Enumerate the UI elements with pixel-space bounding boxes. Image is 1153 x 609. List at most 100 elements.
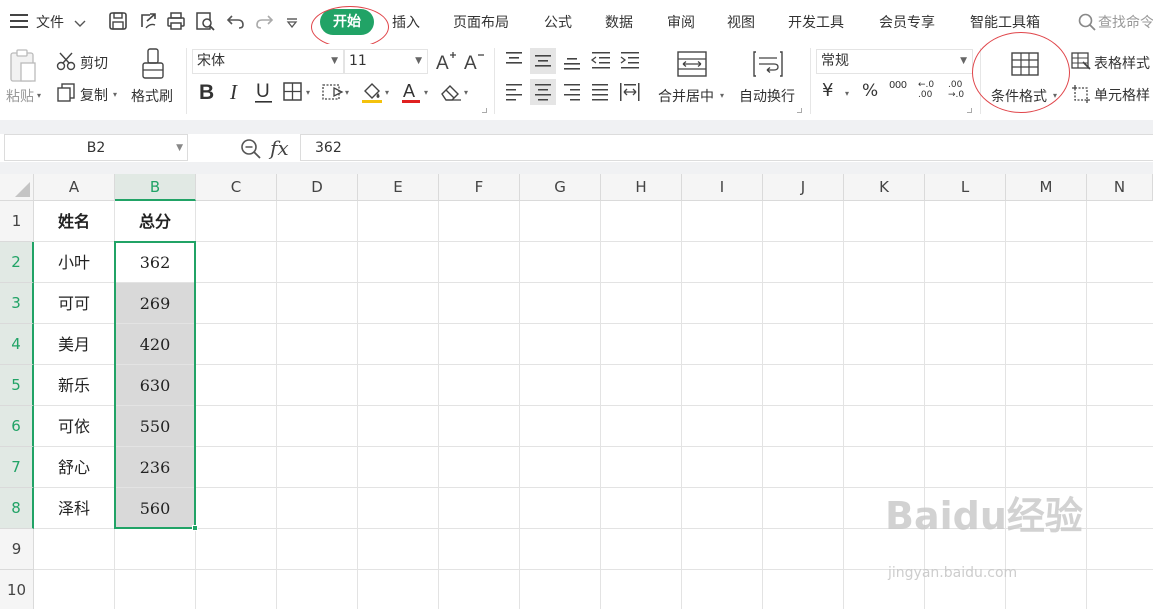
cell-b9[interactable] — [115, 529, 196, 570]
cell-b3[interactable]: 269 — [115, 283, 196, 324]
hamburger-menu-icon[interactable] — [10, 14, 28, 28]
cell-b6[interactable]: 550 — [115, 406, 196, 447]
cell-a8[interactable]: 泽科 — [34, 488, 115, 529]
align-top-icon[interactable] — [504, 50, 524, 74]
tab-insert[interactable]: 插入 — [392, 12, 420, 32]
conditional-format-button[interactable]: 条件格式 — [991, 86, 1047, 106]
export-icon[interactable] — [138, 11, 158, 31]
cell-a9[interactable] — [34, 529, 115, 570]
bold-icon[interactable]: B — [198, 80, 218, 106]
fill-color-dropdown-icon[interactable]: ▾ — [385, 88, 389, 97]
zoom-search-icon[interactable] — [240, 138, 262, 164]
decrease-decimal-button[interactable]: .00 →.0 — [948, 80, 972, 100]
merge-center-dropdown-icon[interactable]: ▾ — [720, 91, 724, 100]
cell-a10[interactable] — [34, 570, 115, 609]
paste-button[interactable]: 粘贴 — [6, 86, 34, 106]
cell-a6[interactable]: 可依 — [34, 406, 115, 447]
table-style-button[interactable]: 表格样式 — [1094, 53, 1150, 73]
tab-member[interactable]: 会员专享 — [879, 12, 935, 32]
cell-a1[interactable]: 姓名 — [34, 201, 115, 242]
font-size-select[interactable]: 11 ▼ — [344, 49, 428, 74]
align-left-icon[interactable] — [504, 82, 524, 106]
borders-icon[interactable] — [283, 82, 303, 106]
currency-dropdown-icon[interactable]: ▾ — [845, 89, 849, 98]
eraser-icon[interactable] — [440, 82, 462, 106]
copy-dropdown-icon[interactable]: ▾ — [113, 90, 117, 99]
insert-function-button[interactable]: fx — [270, 136, 289, 160]
print-preview-icon[interactable] — [195, 11, 215, 31]
cell-style-button[interactable]: 单元格样 — [1094, 85, 1150, 105]
chevron-down-icon[interactable] — [74, 16, 86, 32]
format-painter-button[interactable]: 格式刷 — [131, 86, 173, 106]
fill-pattern-dropdown-icon[interactable]: ▾ — [345, 88, 349, 97]
currency-format-button[interactable]: ¥ — [822, 80, 833, 101]
spreadsheet-grid[interactable]: A B C D E F G H I J K L M N 1 2 3 4 5 6 … — [0, 174, 1153, 609]
merge-center-button[interactable]: 合并居中 — [658, 86, 714, 106]
italic-icon[interactable]: I — [228, 80, 246, 106]
cell-b8[interactable]: 560 — [115, 488, 196, 529]
number-dialog-launcher-icon[interactable] — [967, 108, 972, 113]
file-menu[interactable]: 文件 — [36, 12, 64, 32]
tab-start[interactable]: 开始 — [320, 9, 374, 35]
search-icon[interactable] — [1078, 13, 1096, 35]
thousands-separator-button[interactable]: 000 — [889, 80, 907, 91]
percent-format-button[interactable]: % — [862, 81, 878, 101]
undo-icon[interactable] — [226, 11, 246, 31]
cell-b1[interactable]: 总分 — [115, 201, 196, 242]
cell-b4[interactable]: 420 — [115, 324, 196, 365]
align-bottom-icon[interactable] — [562, 50, 582, 74]
cell-a4[interactable]: 美月 — [34, 324, 115, 365]
fill-handle[interactable] — [192, 525, 198, 531]
increase-font-size-icon[interactable]: A — [435, 50, 457, 76]
cell-a3[interactable]: 可可 — [34, 283, 115, 324]
cell-a5[interactable]: 新乐 — [34, 365, 115, 406]
cell-b5[interactable]: 630 — [115, 365, 196, 406]
distributed-align-icon[interactable] — [619, 82, 641, 106]
name-box[interactable]: B2 ▼ — [4, 134, 188, 161]
paste-dropdown-icon[interactable]: ▾ — [37, 91, 41, 100]
eraser-dropdown-icon[interactable]: ▾ — [464, 88, 468, 97]
underline-icon[interactable]: U — [254, 80, 274, 108]
tab-page-layout[interactable]: 页面布局 — [453, 12, 509, 32]
formula-input[interactable]: 362 — [300, 134, 1153, 161]
decrease-indent-icon[interactable] — [590, 50, 612, 74]
print-icon[interactable] — [166, 11, 186, 31]
decrease-font-size-icon[interactable]: A — [463, 50, 485, 76]
cell-a7[interactable]: 舒心 — [34, 447, 115, 488]
customize-toolbar-icon[interactable] — [286, 16, 306, 36]
tab-formulas[interactable]: 公式 — [544, 12, 572, 32]
tab-developer[interactable]: 开发工具 — [788, 12, 844, 32]
font-dialog-launcher-icon[interactable] — [482, 108, 487, 113]
redo-icon[interactable] — [254, 11, 274, 31]
justify-icon[interactable] — [590, 82, 610, 106]
alignment-dialog-launcher-icon[interactable] — [797, 108, 802, 113]
align-right-icon[interactable] — [562, 82, 582, 106]
search-command-input[interactable]: 查找命令 — [1098, 12, 1153, 32]
font-color-icon[interactable]: A — [401, 80, 421, 108]
tab-review[interactable]: 审阅 — [667, 12, 695, 32]
cell-style-icon — [1071, 84, 1091, 108]
align-middle-icon[interactable] — [530, 48, 556, 74]
borders-dropdown-icon[interactable]: ▾ — [306, 88, 310, 97]
fill-color-icon[interactable] — [361, 80, 383, 108]
cell-b7[interactable]: 236 — [115, 447, 196, 488]
align-center-icon[interactable] — [530, 79, 556, 105]
save-icon[interactable] — [108, 11, 128, 31]
wrap-text-button[interactable]: 自动换行 — [739, 86, 795, 106]
conditional-format-dropdown-icon[interactable]: ▾ — [1053, 91, 1057, 100]
paste-icon[interactable] — [9, 49, 37, 87]
cell-a2[interactable]: 小叶 — [34, 242, 115, 283]
increase-decimal-button[interactable]: ←.0 .00 — [918, 80, 942, 100]
number-format-select[interactable]: 常规 ▼ — [816, 49, 973, 74]
tab-view[interactable]: 视图 — [727, 12, 755, 32]
copy-button[interactable]: 复制 — [80, 85, 108, 105]
cell-b2[interactable]: 362 — [115, 242, 196, 283]
cell-b10[interactable] — [115, 570, 196, 609]
increase-indent-icon[interactable] — [619, 50, 641, 74]
tab-data[interactable]: 数据 — [605, 12, 633, 32]
font-color-dropdown-icon[interactable]: ▾ — [424, 88, 428, 97]
cut-button[interactable]: 剪切 — [80, 53, 108, 73]
fill-pattern-icon[interactable] — [322, 82, 344, 106]
tab-smart-toolbox[interactable]: 智能工具箱 — [970, 12, 1040, 32]
font-name-select[interactable]: 宋体 ▼ — [192, 49, 344, 74]
